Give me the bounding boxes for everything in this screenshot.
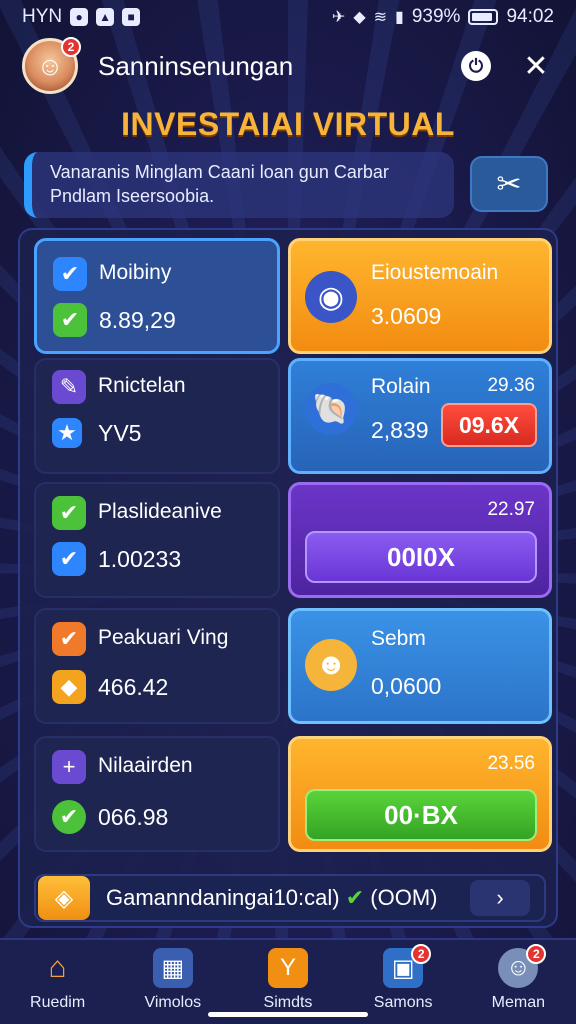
egg-icon: ◉ — [305, 271, 357, 323]
nav-item-profile[interactable]: ☺ 2 Meman — [468, 944, 568, 1012]
power-button[interactable]: ⏻ — [458, 48, 494, 84]
card-value: 0,0600 — [371, 673, 442, 699]
promo-status: (OOM) — [370, 885, 438, 910]
nav-badge: 2 — [526, 944, 547, 964]
right-card-4[interactable]: ☻ Sebm 0,0600 — [288, 608, 552, 724]
card-corner-value: 22.97 — [487, 499, 535, 520]
image-icon: ▲ — [96, 8, 115, 26]
tools-icon: ✂ — [496, 167, 522, 201]
nav-label: Meman — [491, 994, 546, 1011]
nav-item-home[interactable]: ⌂ Ruedim — [8, 948, 108, 1012]
chart-icon: ▦ — [152, 948, 193, 988]
card-label: Nilaairden — [98, 754, 193, 777]
clock: 94:02 — [506, 6, 554, 27]
nav-label: Simdts — [263, 994, 313, 1011]
page-title: INVESTAIAI VIRTUAL — [121, 106, 455, 142]
nav-item-inventory[interactable]: ▣ 2 Samons — [353, 944, 453, 1012]
cell-signal-icon: ▮ — [395, 9, 404, 26]
invest-button-green[interactable]: 00·BX — [305, 789, 537, 841]
check-icon: ✔ — [345, 885, 365, 910]
info-line-2: Pndlam Iseersoobia. — [50, 186, 215, 206]
status-bar: HYN ● ▲ ■ ✈ ◆ ≋ ▮ 939% 94:02 — [0, 0, 576, 34]
info-line-1: Vanaranis Minglam Caani loan gun Carbar — [50, 162, 389, 182]
mute-icon: ◆ — [353, 9, 366, 26]
message-icon: ■ — [122, 8, 141, 26]
power-icon: ⏻ — [461, 51, 491, 81]
right-card-3[interactable]: 22.97 00I0X — [288, 482, 552, 598]
wifi-icon: ≋ — [373, 9, 388, 26]
invest-button-purple[interactable]: 00I0X — [305, 531, 537, 583]
signal-alt-icon: ✈ — [331, 9, 346, 26]
app-title: Sanninsenungan — [98, 50, 294, 81]
card-value: 066.98 — [98, 804, 169, 830]
nav-item-trophy[interactable]: Y Simdts — [238, 948, 338, 1012]
home-indicator[interactable] — [208, 1012, 368, 1017]
left-card-5[interactable]: + Nilaairden ✔ 066.98 — [34, 736, 280, 852]
check-icon: ✔ — [52, 800, 86, 834]
tag-icon: ◆ — [52, 670, 86, 704]
nav-label: Vimolos — [144, 994, 202, 1011]
card-value: 8.89,29 — [99, 307, 176, 333]
check-icon: ✔ — [53, 257, 87, 291]
shell-icon: 🐚 — [305, 383, 357, 435]
avatar[interactable]: ☺ 2 — [22, 37, 81, 94]
character-face-icon: ☺ — [36, 50, 64, 81]
nav-label: Samons — [373, 994, 433, 1011]
chevron-right-icon: › — [496, 885, 504, 910]
close-icon: ✕ — [523, 49, 549, 83]
notification-icon: ● — [70, 8, 89, 26]
info-banner: Vanaranis Minglam Caani loan gun Carbar … — [24, 152, 454, 218]
card-label: Moibiny — [99, 261, 172, 284]
card-label: Rnictelan — [98, 374, 186, 397]
right-card-2[interactable]: 🐚 Rolain 29.36 2,839 09.6X — [288, 358, 552, 474]
check-icon: ✔ — [52, 542, 86, 576]
nav-badge: 2 — [411, 944, 432, 964]
plus-box-icon: + — [52, 750, 86, 784]
battery-icon — [468, 9, 499, 25]
left-card-4[interactable]: ✔ Peakuari Ving ◆ 466.42 — [34, 608, 280, 724]
check-icon: ✔ — [52, 496, 86, 530]
nav-label: Ruedim — [30, 994, 86, 1011]
left-card-3[interactable]: ✔ Plaslideanive ✔ 1.00233 — [34, 482, 280, 598]
app-header: ☺ 2 Sanninsenungan ⏻ ✕ — [0, 34, 576, 98]
card-value: YV5 — [98, 420, 142, 446]
card-label: Eioustemoain — [371, 261, 499, 284]
promo-bar[interactable]: ◈ Gamanndaningai10:cal) ✔ (OOM) › — [34, 874, 546, 922]
nav-item-stats[interactable]: ▦ Vimolos — [123, 948, 223, 1012]
investment-grid: ✔ Moibiny ✔ 8.89,29 ◉ Eioustemoain 3.060… — [18, 228, 558, 928]
carrier-text: HYN — [22, 6, 63, 27]
card-corner-value: 29.36 — [487, 375, 535, 396]
card-value: 1.00233 — [98, 546, 182, 572]
battery-percent: 939% — [411, 6, 461, 27]
check-icon: ✔ — [52, 622, 86, 656]
star-icon: ★ — [52, 418, 82, 448]
promo-next-button[interactable]: › — [470, 880, 530, 916]
close-button[interactable]: ✕ — [518, 48, 554, 84]
check-icon: ✔ — [53, 303, 87, 337]
card-value: 466.42 — [98, 674, 169, 700]
card-label: Peakuari Ving — [98, 626, 229, 649]
multiplier-badge[interactable]: 09.6X — [441, 403, 537, 447]
card-corner-value: 23.56 — [487, 753, 535, 774]
coin-icon: ◈ — [38, 876, 90, 920]
right-card-5[interactable]: 23.56 00·BX — [288, 736, 552, 852]
ticket-icon: ✎ — [52, 370, 86, 404]
promo-text: Gamanndaningai10:cal) ✔ (OOM) — [106, 885, 470, 911]
tools-button[interactable]: ✂ — [470, 156, 548, 212]
avatar-badge: 2 — [61, 37, 81, 57]
trophy-icon: Y — [267, 948, 308, 988]
card-value: 3.0609 — [371, 303, 442, 329]
left-card-2[interactable]: ✎ Rnictelan ★ YV5 — [34, 358, 280, 474]
home-icon: ⌂ — [48, 951, 67, 984]
left-card-1[interactable]: ✔ Moibiny ✔ 8.89,29 — [34, 238, 280, 354]
card-label: Plaslideanive — [98, 500, 222, 523]
cookie-icon: ☻ — [305, 639, 357, 691]
card-value: 2,839 — [371, 417, 429, 443]
promo-label: Gamanndaningai10:cal) — [106, 885, 340, 910]
card-label: Rolain — [371, 375, 431, 398]
card-label: Sebm — [371, 627, 426, 650]
right-card-1[interactable]: ◉ Eioustemoain 3.0609 — [288, 238, 552, 354]
